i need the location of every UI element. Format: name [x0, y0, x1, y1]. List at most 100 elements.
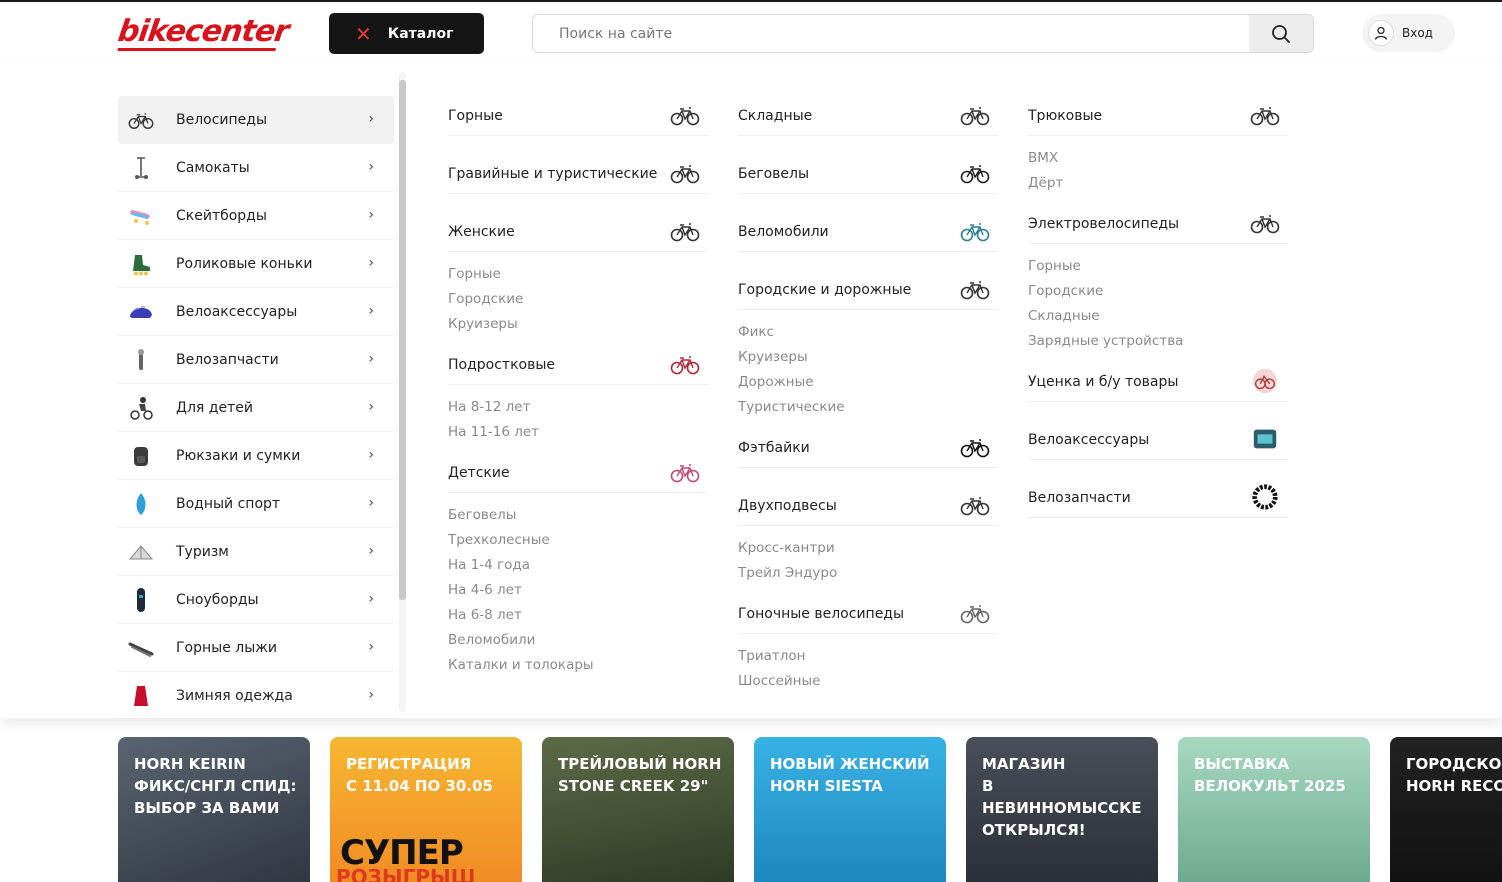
sidebar-scrollbar[interactable] — [399, 72, 406, 712]
category-label: Городские и дорожные — [738, 281, 912, 298]
subcategory-link[interactable]: Зарядные устройства — [1028, 329, 1288, 354]
subcategory-link[interactable]: Дорожные — [738, 370, 998, 395]
subcategory-link[interactable]: Круизеры — [738, 345, 998, 370]
promo-banner[interactable]: ТРЕЙЛОВЫЙ HORH STONE CREEK 29" — [542, 737, 734, 882]
sidebar-item-label: Велоаксессуары — [176, 303, 298, 320]
subcategory-link[interactable]: Городские — [448, 287, 708, 312]
promo-banner-text: НОВЫЙ ЖЕНСКИЙ HORH SIESTA — [770, 755, 930, 795]
sidebar-item-skateboards[interactable]: Скейтборды › — [118, 192, 394, 240]
search-button[interactable] — [1249, 15, 1313, 52]
category-full-suspension[interactable]: Двухподвесы — [738, 486, 998, 526]
velomobile-icon — [960, 223, 990, 242]
category-e-bikes[interactable]: Электровелосипеды — [1028, 204, 1288, 244]
promo-banner-text: ТРЕЙЛОВЫЙ HORH STONE CREEK 29" — [558, 755, 722, 795]
login-button[interactable]: Вход — [1362, 14, 1455, 52]
promo-banner[interactable]: ВЫСТАВКА ВЕЛОКУЛЬТ 2025 — [1178, 737, 1370, 882]
chevron-right-icon: › — [368, 111, 374, 127]
chevron-right-icon: › — [368, 447, 374, 463]
category-stunt[interactable]: Трюковые — [1028, 96, 1288, 136]
subcategory-link[interactable]: Горные — [1028, 254, 1288, 279]
subcategory-link[interactable]: Беговелы — [448, 503, 708, 528]
category-label: Уценка и б/у товары — [1028, 373, 1179, 390]
promo-banner-text: ГОРОДСКОЙ HORH RECO — [1406, 755, 1502, 795]
bicycle-icon — [960, 605, 990, 624]
promo-banner-subheadline: РОЗЫГРЫШ — [336, 865, 476, 882]
category-racing[interactable]: Гоночные велосипеды — [738, 594, 998, 634]
sidebar-item-bicycles[interactable]: Велосипеды › — [118, 96, 394, 144]
category-bike-parts[interactable]: Велозапчасти — [1028, 478, 1288, 518]
subcategory-link[interactable]: Триатлон — [738, 644, 998, 669]
sidebar-item-rollerskates[interactable]: Роликовые коньки › — [118, 240, 394, 288]
logo-text: bikecenter — [115, 14, 291, 49]
sidebar-item-backpacks[interactable]: Рюкзаки и сумки › — [118, 432, 394, 480]
category-accessories[interactable]: Велоаксессуары — [1028, 420, 1288, 460]
bike-part-icon — [128, 347, 154, 373]
subcategory-link[interactable]: BMX — [1028, 146, 1288, 171]
category-city-road[interactable]: Городские и дорожные — [738, 270, 998, 310]
sidebar-item-water-sport[interactable]: Водный спорт › — [118, 480, 394, 528]
subcategory-link[interactable]: Веломобили — [448, 628, 708, 653]
sidebar-item-label: Туризм — [176, 543, 229, 560]
subcategory-link[interactable]: Кросс-кантри — [738, 536, 998, 561]
sidebar-item-snowboards[interactable]: Сноуборды › — [118, 576, 394, 624]
subcategory-link[interactable]: Фикс — [738, 320, 998, 345]
subcategory-link[interactable]: На 1-4 года — [448, 553, 708, 578]
category-fatbikes[interactable]: Фэтбайки — [738, 428, 998, 468]
sidebar-item-tourism[interactable]: Туризм › — [118, 528, 394, 576]
promo-banner[interactable]: МАГАЗИН В НЕВИННОМЫССКЕ ОТКРЫЛСЯ! — [966, 737, 1158, 882]
subcategory-link[interactable]: Городские — [1028, 279, 1288, 304]
category-women[interactable]: Женские — [448, 212, 708, 252]
winter-clothes-icon — [128, 683, 154, 709]
category-velomobiles[interactable]: Веломобили — [738, 212, 998, 252]
category-balance-bikes[interactable]: Беговелы — [738, 154, 998, 194]
subcategory-link[interactable]: Каталки и толокары — [448, 653, 708, 678]
subcategory-link[interactable]: Дёрт — [1028, 171, 1288, 196]
subcategory-link[interactable]: На 4-6 лет — [448, 578, 708, 603]
bicycle-icon — [1250, 107, 1280, 126]
site-logo[interactable]: bikecenter — [115, 14, 291, 52]
subcategory-link[interactable]: Трейл Эндуро — [738, 561, 998, 586]
promo-banner[interactable]: ГОРОДСКОЙ HORH RECO — [1390, 737, 1502, 882]
sidebar-item-winter-clothes[interactable]: Зимняя одежда › — [118, 672, 394, 720]
subcategory-link[interactable]: Шоссейные — [738, 669, 998, 694]
category-label: Детские — [448, 464, 510, 481]
bicycle-icon — [960, 281, 990, 300]
category-folding[interactable]: Складные — [738, 96, 998, 136]
promo-banner[interactable]: HORH KEIRIN ФИКС/СНГЛ СПИД: ВЫБОР ЗА ВАМ… — [118, 737, 310, 882]
subcategory-link[interactable]: Туристические — [738, 395, 998, 420]
search-input[interactable] — [533, 15, 1251, 52]
subcategory-link[interactable]: Горные — [448, 262, 708, 287]
promo-banner[interactable]: НОВЫЙ ЖЕНСКИЙ HORH SIESTA — [754, 737, 946, 882]
sidebar-item-bike-parts[interactable]: Велозапчасти › — [118, 336, 394, 384]
bicycle-icon — [128, 107, 154, 133]
category-mountain[interactable]: Горные — [448, 96, 708, 136]
category-discount-used[interactable]: Уценка и б/у товары — [1028, 362, 1288, 402]
subcategory-link[interactable]: На 8-12 лет — [448, 395, 708, 420]
subcategory-link[interactable]: Круизеры — [448, 312, 708, 337]
catalog-button-label: Каталог — [387, 25, 454, 42]
sidebar-item-kids[interactable]: Для детей › — [118, 384, 394, 432]
category-kids[interactable]: Детские — [448, 453, 708, 493]
category-gravel[interactable]: Гравийные и туристические — [448, 154, 708, 194]
subcategory-link[interactable]: На 11-16 лет — [448, 420, 708, 445]
subcategory-link[interactable]: На 6-8 лет — [448, 603, 708, 628]
subcategory-list: Кросс-кантри Трейл Эндуро — [738, 526, 998, 594]
chevron-right-icon: › — [368, 639, 374, 655]
bicycle-icon — [670, 464, 700, 483]
promo-banner[interactable]: РЕГИСТРАЦИЯ С 11.04 ПО 30.05 СУПЕР РОЗЫГ… — [330, 737, 522, 882]
chevron-right-icon: › — [368, 591, 374, 607]
sidebar-item-label: Роликовые коньки — [176, 255, 313, 272]
snowboard-icon — [128, 587, 154, 613]
sidebar-item-scooters[interactable]: Самокаты › — [118, 144, 394, 192]
subcategory-link[interactable]: Трехколесные — [448, 528, 708, 553]
bicycle-icon — [1250, 215, 1280, 234]
scrollbar-thumb[interactable] — [399, 80, 406, 600]
catalog-column-1: Горные Гравийные и туристические Женские… — [448, 96, 708, 686]
sidebar-item-skis[interactable]: Горные лыжи › — [118, 624, 394, 672]
catalog-button[interactable]: ✕ Каталог — [329, 13, 484, 54]
sidebar-item-accessories[interactable]: Велоаксессуары › — [118, 288, 394, 336]
sidebar-item-label: Рюкзаки и сумки — [176, 447, 301, 464]
subcategory-link[interactable]: Складные — [1028, 304, 1288, 329]
category-teen[interactable]: Подростковые — [448, 345, 708, 385]
catalog-dropdown: Велосипеды › Самокаты › Скейтборды › Рол… — [0, 64, 1502, 720]
